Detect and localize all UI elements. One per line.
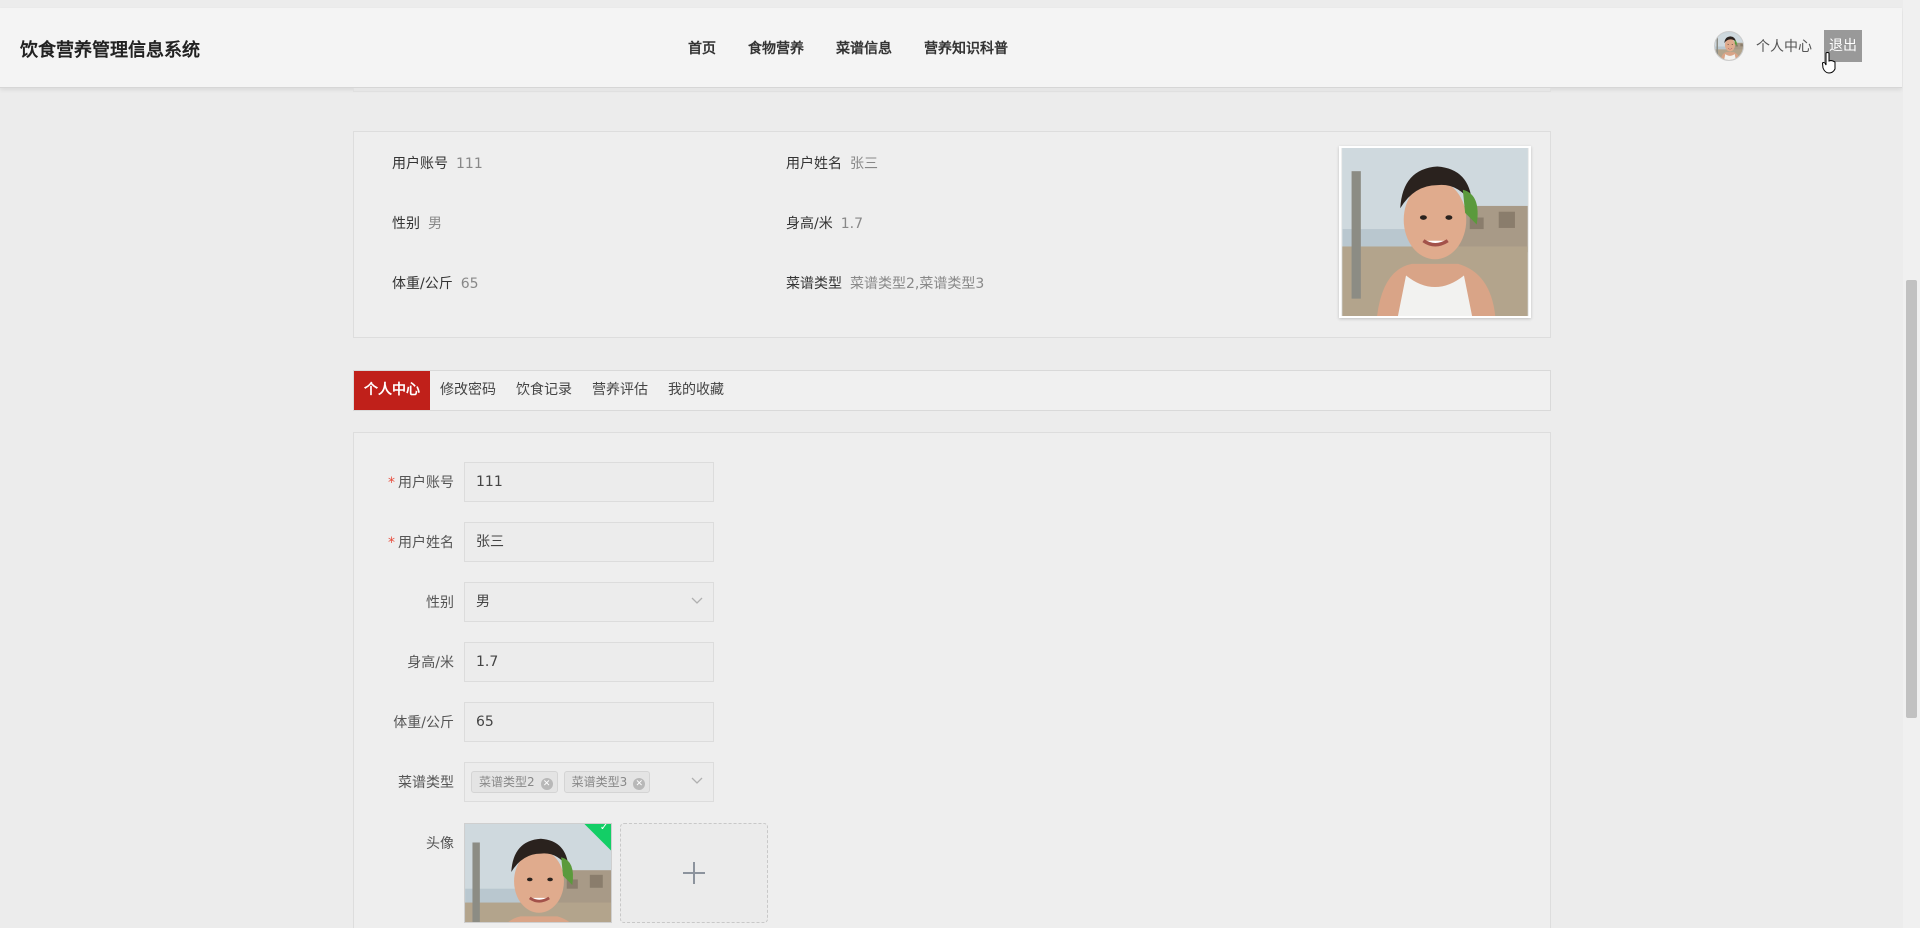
- name-input[interactable]: 张三: [464, 522, 714, 562]
- upload-add-button[interactable]: [620, 823, 768, 923]
- name-field-label: * 用户姓名: [354, 532, 464, 552]
- tab-personal-center[interactable]: 个人中心: [354, 371, 430, 410]
- tab-my-favorites[interactable]: 我的收藏: [658, 371, 734, 410]
- info-weight-value: 65: [460, 276, 479, 292]
- avatar[interactable]: [1714, 31, 1744, 61]
- nav-recipes[interactable]: 菜谱信息: [836, 38, 892, 58]
- account-label-text: 用户账号: [398, 475, 454, 491]
- user-center-link[interactable]: 个人中心: [1756, 36, 1812, 56]
- height-input[interactable]: 1.7: [464, 642, 714, 682]
- form-row-avatar: 头像 ✓: [354, 823, 768, 923]
- info-height-value: 1.7: [840, 216, 863, 232]
- info-gender: 性别男: [392, 213, 442, 233]
- form-row-weight: 体重/公斤 65: [354, 702, 714, 742]
- tab-change-password[interactable]: 修改密码: [430, 371, 506, 410]
- name-label-text: 用户姓名: [398, 535, 454, 551]
- info-gender-value: 男: [428, 216, 442, 232]
- info-weight: 体重/公斤 65: [392, 273, 479, 293]
- info-account: 用户账号 111: [392, 153, 483, 173]
- user-area: 个人中心 退出: [1714, 30, 1862, 62]
- recipe-tag-label: 菜谱类型2: [479, 775, 535, 789]
- form-row-account: * 用户账号 111: [354, 462, 714, 502]
- gender-field-label: 性别: [426, 595, 454, 611]
- form-row-height: 身高/米 1.7: [354, 642, 714, 682]
- form-row-recipe-types: 菜谱类型 菜谱类型2 ✕ 菜谱类型3 ✕: [354, 762, 714, 802]
- gender-select[interactable]: 男: [464, 582, 714, 622]
- info-weight-label: 体重/公斤: [392, 276, 453, 292]
- scrollbar-thumb[interactable]: [1906, 280, 1917, 718]
- chevron-down-icon: [691, 597, 703, 604]
- recipe-tag: 菜谱类型3 ✕: [563, 771, 651, 793]
- nav-food-nutrition[interactable]: 食物营养: [748, 38, 804, 58]
- profile-tabs: 个人中心 修改密码 饮食记录 营养评估 我的收藏: [353, 370, 1551, 411]
- info-name: 用户姓名 张三: [786, 153, 878, 173]
- account-field-label: * 用户账号: [354, 472, 464, 492]
- info-account-value: 111: [456, 156, 483, 172]
- height-field-label: 身高/米: [407, 655, 454, 671]
- recipe-tag-label: 菜谱类型3: [571, 775, 628, 789]
- uploaded-avatar-thumbnail[interactable]: ✓: [464, 823, 612, 923]
- avatar-field-label: 头像: [426, 836, 454, 852]
- account-input[interactable]: 111: [464, 462, 714, 502]
- weight-field-label: 体重/公斤: [393, 715, 454, 731]
- nav-nutrition-knowledge[interactable]: 营养知识科普: [924, 38, 1008, 58]
- chevron-down-icon: [691, 777, 703, 784]
- recipe-type-multiselect[interactable]: 菜谱类型2 ✕ 菜谱类型3 ✕: [464, 762, 714, 802]
- form-row-gender: 性别 男: [354, 582, 714, 622]
- info-recipe-types: 菜谱类型 菜谱类型2,菜谱类型3: [786, 273, 984, 293]
- form-row-name: * 用户姓名 张三: [354, 522, 714, 562]
- required-mark: *: [388, 475, 395, 491]
- recipe-field-label: 菜谱类型: [398, 775, 454, 791]
- recipe-tag: 菜谱类型2 ✕: [471, 771, 558, 793]
- info-name-label: 用户姓名: [786, 156, 842, 172]
- check-icon: ✓: [599, 823, 609, 833]
- top-navbar: 饮食营养管理信息系统 首页 食物营养 菜谱信息 营养知识科普 个人中心 退出: [0, 8, 1902, 88]
- info-recipe-label: 菜谱类型: [786, 276, 842, 292]
- close-icon[interactable]: ✕: [540, 778, 553, 790]
- tab-nutrition-assessment[interactable]: 营养评估: [582, 371, 658, 410]
- header-strip: [353, 88, 1551, 92]
- info-account-label: 用户账号: [392, 156, 448, 172]
- gender-select-value: 男: [476, 594, 490, 610]
- main-nav: 首页 食物营养 菜谱信息 营养知识科普: [688, 38, 1008, 58]
- profile-form: * 用户账号 111 * 用户姓名 张三 性别 男 身高/米 1.7 体重/公斤 6…: [353, 432, 1551, 928]
- info-gender-label: 性别: [392, 216, 420, 232]
- nav-home[interactable]: 首页: [688, 38, 716, 58]
- info-height-label: 身高/米: [786, 216, 833, 232]
- hand-cursor-icon: [1822, 52, 1836, 74]
- weight-input[interactable]: 65: [464, 702, 714, 742]
- info-name-value: 张三: [850, 156, 878, 172]
- profile-info-panel: 用户账号 111 用户姓名 张三 性别男 身高/米 1.7 体重/公斤 65 菜谱类型菜…: [353, 131, 1551, 338]
- profile-photo: [1339, 146, 1531, 318]
- tab-diet-records[interactable]: 饮食记录: [506, 371, 582, 410]
- info-recipe-value: 菜谱类型2,菜谱类型3: [850, 276, 985, 292]
- site-title: 饮食营养管理信息系统: [20, 40, 200, 61]
- info-height: 身高/米 1.7: [786, 213, 863, 233]
- plus-icon: [683, 862, 705, 884]
- required-mark: *: [388, 535, 395, 551]
- close-icon[interactable]: ✕: [633, 778, 646, 790]
